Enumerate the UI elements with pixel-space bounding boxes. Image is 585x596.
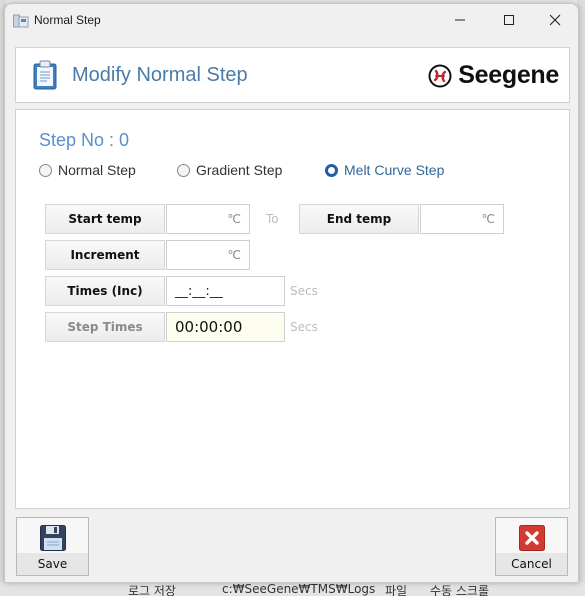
step-times-label: Step Times	[45, 312, 165, 342]
red-x-icon	[518, 524, 545, 551]
increment-label: Increment	[45, 240, 165, 270]
seegene-mark-icon	[428, 64, 452, 87]
maximize-button[interactable]	[486, 4, 532, 36]
maximize-icon	[504, 15, 514, 25]
minimize-icon	[455, 19, 465, 21]
bg-text: 수동 스크롤	[430, 584, 490, 596]
times-inc-value: __:__:__	[175, 283, 223, 299]
normal-step-dialog: Normal Step Modify Normal Step Seegene S…	[4, 3, 579, 583]
radio-label: Normal Step	[58, 162, 136, 178]
end-temp-input[interactable]: ℃	[420, 204, 504, 234]
start-temp-label: Start temp	[45, 204, 165, 234]
content-panel: Step No : 0 Normal Step Gradient Step Me…	[15, 109, 570, 509]
times-inc-label: Times (Inc)	[45, 276, 165, 306]
radio-button-icon[interactable]	[39, 163, 52, 177]
celsius-unit: ℃	[227, 248, 241, 262]
start-temp-input[interactable]: ℃	[166, 204, 250, 234]
bg-text: 로그 저장	[128, 584, 176, 596]
step-number-label: Step No : 0	[39, 130, 130, 150]
to-label: To	[266, 212, 279, 226]
step-times-field: 00:00:00	[166, 312, 285, 342]
bg-text: c:₩SeeGene₩TMS₩Logs	[222, 582, 376, 596]
save-button-label: Save	[17, 553, 88, 575]
header-panel: Modify Normal Step Seegene	[15, 47, 570, 103]
step-times-value: 00:00:00	[175, 318, 243, 336]
brand-name: Seegene	[458, 61, 559, 89]
times-inc-input[interactable]: __:__:__	[166, 276, 285, 306]
radio-label: Melt Curve Step	[344, 162, 445, 178]
celsius-unit: ℃	[227, 212, 241, 226]
cancel-button-label: Cancel	[496, 553, 567, 575]
secs-unit-label: Secs	[290, 284, 318, 298]
save-button[interactable]: Save	[16, 517, 89, 576]
radio-normal-step[interactable]: Normal Step	[39, 162, 136, 178]
minimize-button[interactable]	[437, 4, 483, 36]
floppy-disk-icon	[39, 524, 66, 551]
bg-text: 파일	[385, 584, 408, 596]
close-icon	[549, 14, 561, 26]
increment-input[interactable]: ℃	[166, 240, 250, 270]
radio-gradient-step[interactable]: Gradient Step	[177, 162, 282, 178]
app-icon	[13, 13, 29, 28]
end-temp-label: End temp	[299, 204, 419, 234]
celsius-unit: ℃	[481, 212, 495, 226]
radio-button-icon[interactable]	[177, 163, 190, 177]
page-title: Modify Normal Step	[72, 64, 248, 86]
close-button[interactable]	[532, 4, 578, 36]
seegene-logo: Seegene	[428, 61, 559, 90]
secs-unit-label: Secs	[290, 320, 318, 334]
title-bar[interactable]: Normal Step	[5, 4, 578, 38]
radio-melt-curve-step[interactable]: Melt Curve Step	[325, 162, 444, 178]
clipboard-icon	[33, 60, 57, 94]
window-title: Normal Step	[34, 13, 101, 27]
cancel-button[interactable]: Cancel	[495, 517, 568, 576]
background-app-bottom-strip: 로그 저장 c:₩SeeGene₩TMS₩Logs 파일 수동 스크롤	[0, 582, 585, 596]
radio-label: Gradient Step	[196, 162, 283, 178]
radio-button-selected-icon[interactable]	[325, 163, 338, 177]
